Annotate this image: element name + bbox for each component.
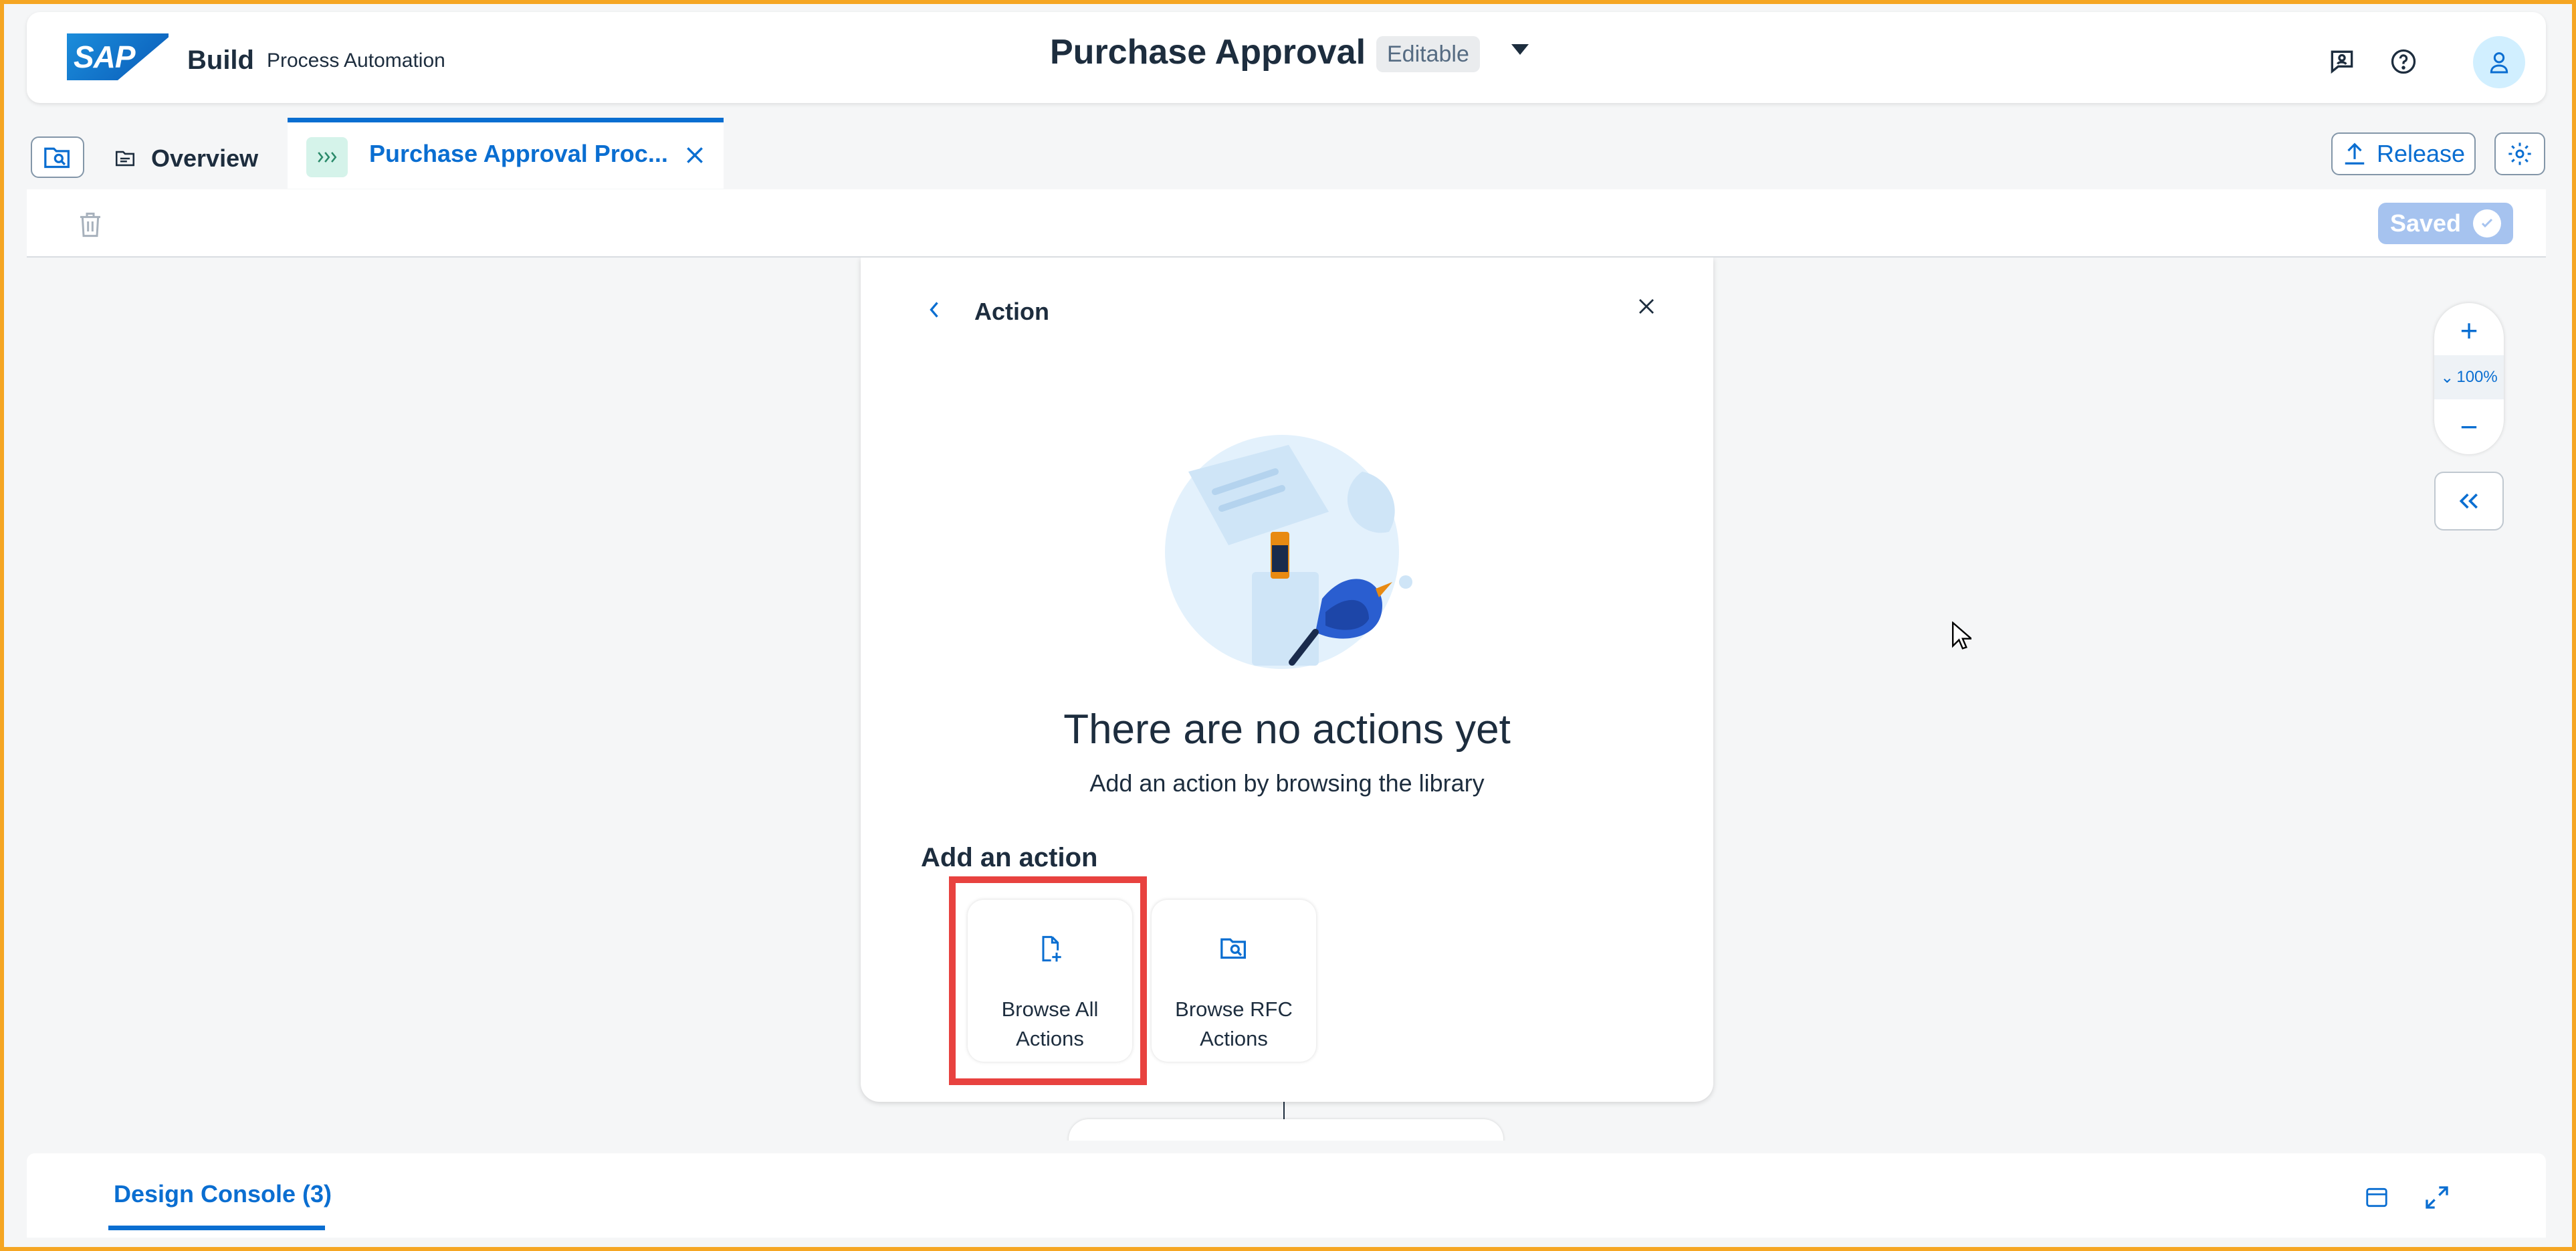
- close-icon[interactable]: [1630, 290, 1663, 323]
- check-icon: [2473, 209, 2502, 237]
- release-label: Release: [2376, 140, 2466, 167]
- browse-rfc-actions-card[interactable]: Browse RFC Actions: [1152, 900, 1316, 1062]
- page-title: Purchase Approval: [1050, 33, 1366, 72]
- tab-bar: Overview Purchase Approval Proc... Relea…: [27, 115, 2546, 189]
- mouse-cursor-icon: [1951, 621, 1973, 654]
- feedback-icon[interactable]: [2322, 41, 2362, 82]
- saved-button: Saved: [2378, 203, 2513, 244]
- folder-search-icon: [44, 147, 70, 169]
- tab-design-console[interactable]: Design Console (3): [114, 1180, 332, 1208]
- product-subtitle: Process Automation: [267, 50, 445, 72]
- folder-search-icon: [1152, 935, 1316, 961]
- zoom-out-button[interactable]: −: [2434, 405, 2504, 449]
- help-icon[interactable]: [2383, 41, 2424, 82]
- avatar[interactable]: [2473, 36, 2525, 88]
- empty-state-subtitle: Add an action by browsing the library: [1089, 769, 1485, 797]
- double-chevron-left-icon: [2459, 493, 2478, 509]
- browse-rfc-actions-label: Browse RFC Actions: [1175, 997, 1293, 1050]
- upload-icon: [2345, 142, 2365, 165]
- settings-button[interactable]: [2494, 132, 2545, 175]
- user-icon: [2490, 52, 2508, 74]
- panel-title: Action: [974, 298, 1049, 325]
- tab-overview-label: Overview: [151, 145, 259, 172]
- collapse-panel-button[interactable]: [2434, 472, 2504, 531]
- tab-overview[interactable]: Overview: [114, 138, 258, 179]
- close-tab-icon[interactable]: [678, 138, 712, 172]
- folder-icon: [115, 151, 135, 167]
- process-canvas[interactable]: + ⌄ 100% − Action There are no actions y…: [27, 258, 2546, 1141]
- gear-icon: [2508, 142, 2531, 165]
- add-action-heading: Add an action: [921, 843, 1098, 872]
- zoom-control: + ⌄ 100% −: [2434, 303, 2504, 454]
- highlight-box: [949, 876, 1147, 1085]
- saved-label: Saved: [2389, 209, 2462, 237]
- design-console: Design Console (3): [27, 1153, 2546, 1238]
- tab-active-label: Purchase Approval Proc...: [369, 140, 668, 167]
- zoom-in-button[interactable]: +: [2434, 308, 2504, 353]
- search-toggle-button[interactable]: [31, 136, 84, 178]
- back-icon[interactable]: [921, 296, 948, 323]
- release-button[interactable]: Release: [2331, 132, 2476, 175]
- zoom-level-value: 100%: [2456, 368, 2498, 386]
- zoom-level-dropdown[interactable]: ⌄ 100%: [2434, 355, 2504, 399]
- expand-icon[interactable]: [2418, 1179, 2456, 1216]
- editor-toolbar: Saved: [27, 189, 2546, 258]
- shell-bar: SAP Build Process Automation Purchase Ap…: [27, 12, 2546, 103]
- delete-icon[interactable]: [74, 208, 107, 242]
- sap-logo[interactable]: SAP: [67, 33, 169, 80]
- empty-state-illustration: [1148, 431, 1416, 686]
- status-badge: Editable: [1376, 36, 1480, 72]
- tab-purchase-approval-process[interactable]: Purchase Approval Proc...: [288, 118, 724, 189]
- process-step-node[interactable]: [1069, 1119, 1503, 1141]
- empty-state-title: There are no actions yet: [1063, 706, 1511, 753]
- caret-down-icon[interactable]: [1511, 44, 1529, 55]
- dock-panel-icon[interactable]: [2358, 1179, 2395, 1216]
- active-tab-indicator: [108, 1226, 325, 1230]
- process-icon: [306, 137, 348, 177]
- product-name: Build: [187, 45, 254, 75]
- chevron-down-icon: ⌄: [2440, 368, 2454, 387]
- action-panel: Action There are no actions yet Add an a…: [861, 258, 1713, 1102]
